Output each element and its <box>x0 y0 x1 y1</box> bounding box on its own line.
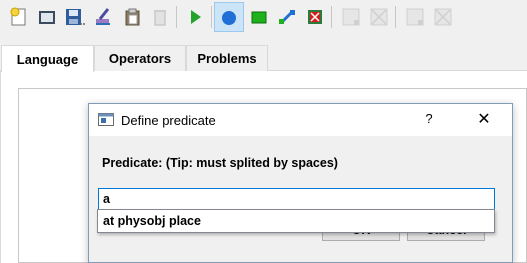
circle-tool-button[interactable] <box>214 2 244 32</box>
toolbar-separator <box>395 6 396 28</box>
trash-icon <box>154 10 166 26</box>
connect-tool-icon <box>279 10 295 24</box>
predicate-label: Predicate: (Tip: must splited by spaces) <box>102 156 338 170</box>
circle-tool-icon <box>222 11 236 25</box>
close-button[interactable]: ✕ <box>472 109 496 131</box>
predicate-input[interactable] <box>98 188 495 210</box>
window-icon <box>98 113 114 126</box>
trash-button[interactable] <box>145 2 175 32</box>
disabled-tool-4-button[interactable] <box>428 2 458 32</box>
run-icon <box>191 10 201 24</box>
toolbar-separator <box>331 6 332 28</box>
paste-icon <box>125 8 140 26</box>
tab-problems[interactable]: Problems <box>186 45 268 71</box>
delete-node-button[interactable] <box>300 2 330 32</box>
help-button[interactable]: ? <box>419 111 439 129</box>
toolbar-separator <box>211 6 212 28</box>
rectangle-tool-icon <box>251 11 267 24</box>
autocomplete-item[interactable]: at physobj place <box>99 211 493 231</box>
disabled-tool-2-icon <box>370 8 388 26</box>
disabled-tool-4-icon <box>434 8 452 26</box>
delete-node-icon <box>308 10 322 24</box>
disabled-tool-1-button[interactable] <box>336 2 366 32</box>
new-button[interactable] <box>4 2 34 32</box>
disabled-tool-2-button[interactable] <box>364 2 394 32</box>
open-button[interactable] <box>32 2 62 32</box>
dialog-title-bar[interactable]: Define predicate ? ✕ <box>89 104 512 136</box>
new-icon <box>10 7 26 26</box>
clean-icon <box>96 8 110 25</box>
disabled-tool-3-icon <box>406 8 424 26</box>
tab-bar: Language Operators Problems <box>0 45 527 72</box>
autocomplete-popup: at physobj place <box>97 209 495 233</box>
tab-operators[interactable]: Operators <box>94 45 186 71</box>
run-button[interactable] <box>180 2 210 32</box>
dialog-title: Define predicate <box>121 113 216 128</box>
clean-button[interactable] <box>88 2 118 32</box>
save-button[interactable] <box>60 2 90 32</box>
disabled-tool-3-button[interactable] <box>400 2 430 32</box>
rectangle-tool-button[interactable] <box>244 2 274 32</box>
paste-button[interactable] <box>118 2 148 32</box>
tab-language[interactable]: Language <box>1 45 94 72</box>
save-icon <box>66 9 85 25</box>
disabled-tool-1-icon <box>342 8 360 26</box>
connect-tool-button[interactable] <box>272 2 302 32</box>
main-toolbar <box>0 0 527 34</box>
open-icon <box>39 11 55 24</box>
toolbar-separator <box>176 6 177 28</box>
define-predicate-dialog: Define predicate ? ✕ Predicate: (Tip: mu… <box>88 103 513 263</box>
